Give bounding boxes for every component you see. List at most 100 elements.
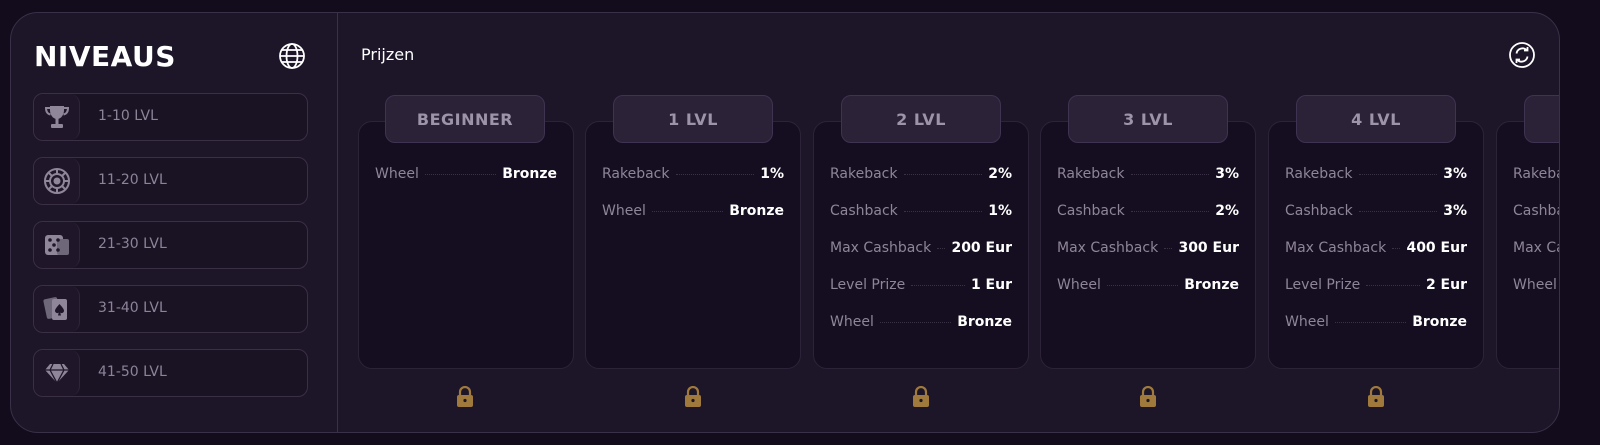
dotted-leader — [651, 210, 724, 212]
prize-key: Wheel — [830, 314, 874, 330]
dotted-leader — [1164, 247, 1173, 249]
sidebar-item-label: 31-40 LVL — [98, 300, 167, 316]
lock-icon — [1139, 385, 1157, 408]
prize-value: 3% — [1215, 166, 1239, 182]
levels-panel: NIVEAUS 1-10 LVL 11-20 LVL 21-30 LVL 31-… — [10, 12, 1560, 433]
prize-value: 2% — [988, 166, 1012, 182]
roulette-wheel-icon — [34, 158, 80, 204]
sidebar-item-label: 1-10 LVL — [98, 108, 158, 124]
prize-key: Max Cashback — [1513, 240, 1559, 256]
dotted-leader — [903, 210, 983, 212]
prize-value: 300 Eur — [1178, 240, 1239, 256]
trophy-icon — [34, 94, 80, 140]
sidebar-title: NIVEAUS — [34, 40, 176, 73]
prize-row: Max Cashback 200 Eur — [830, 238, 1012, 258]
dotted-leader — [937, 247, 946, 249]
level-card-3: Rakeback 3% Cashback 2% Max Cashback 300 Eu… — [1040, 121, 1256, 369]
prize-row: Max Cashback 300 Eur — [1057, 238, 1239, 258]
prize-row: Max Cashback — [1513, 238, 1559, 258]
prizes-section: Prijzen Wheel Bronze BEGINNER Rakeback 1% … — [339, 13, 1559, 432]
prize-row: Rakeback — [1513, 164, 1559, 184]
lock-icon — [684, 385, 702, 408]
playing-cards-icon — [34, 286, 80, 332]
sidebar-item-1-10[interactable]: 1-10 LVL — [33, 93, 308, 141]
dotted-leader — [1366, 284, 1420, 286]
prize-row: Cashback 3% — [1285, 201, 1467, 221]
prize-key: Rakeback — [1513, 166, 1559, 182]
dotted-leader — [1106, 284, 1179, 286]
prize-value: Bronze — [1412, 314, 1467, 330]
prize-value: 3% — [1443, 166, 1467, 182]
refresh-icon[interactable] — [1508, 41, 1536, 69]
dotted-leader — [1358, 173, 1438, 175]
prize-row: Wheel Bronze — [1057, 275, 1239, 295]
prize-row: Level Prize 2 Eur — [1285, 275, 1467, 295]
prize-value: 2 Eur — [1425, 277, 1467, 293]
tab-level-2[interactable]: 2 LVL — [841, 95, 1001, 143]
prize-row: Max Cashback 400 Eur — [1285, 238, 1467, 258]
level-card-2: Rakeback 2% Cashback 1% Max Cashback 200 Eu… — [813, 121, 1029, 369]
dotted-leader — [1334, 321, 1407, 323]
sidebar-item-label: 11-20 LVL — [98, 172, 167, 188]
prize-key: Rakeback — [1285, 166, 1353, 182]
prize-value: 3% — [1443, 203, 1467, 219]
dotted-leader — [1392, 247, 1401, 249]
dice-icon — [34, 222, 80, 268]
prize-value: Bronze — [957, 314, 1012, 330]
sidebar-item-label: 41-50 LVL — [98, 364, 167, 380]
prize-row: Wheel Bronze — [1285, 312, 1467, 332]
prize-row: Wheel Bronze — [375, 164, 557, 184]
prize-key: Rakeback — [602, 166, 670, 182]
prize-key: Rakeback — [830, 166, 898, 182]
level-card-5: Rakeback Cashback Max Cashback Wheel — [1496, 121, 1559, 369]
dotted-leader — [1130, 173, 1210, 175]
prize-key: Wheel — [1285, 314, 1329, 330]
level-card-beginner: Wheel Bronze — [358, 121, 574, 369]
prize-row: Rakeback 2% — [830, 164, 1012, 184]
sidebar-item-21-30[interactable]: 21-30 LVL — [33, 221, 308, 269]
prize-value: 400 Eur — [1406, 240, 1467, 256]
prize-row: Cashback 1% — [830, 201, 1012, 221]
prize-row: Cashback — [1513, 201, 1559, 221]
lock-icon — [912, 385, 930, 408]
sidebar-item-31-40[interactable]: 31-40 LVL — [33, 285, 308, 333]
tab-level-4[interactable]: 4 LVL — [1296, 95, 1456, 143]
tab-beginner[interactable]: BEGINNER — [385, 95, 545, 143]
tab-level-3[interactable]: 3 LVL — [1068, 95, 1228, 143]
prize-value: 1 Eur — [970, 277, 1012, 293]
prize-row: Rakeback 3% — [1057, 164, 1239, 184]
prize-value: Bronze — [729, 203, 784, 219]
prize-key: Max Cashback — [1057, 240, 1159, 256]
prize-key: Wheel — [1057, 277, 1101, 293]
prize-key: Max Cashback — [830, 240, 932, 256]
sidebar-item-41-50[interactable]: 41-50 LVL — [33, 349, 308, 397]
prize-key: Cashback — [1285, 203, 1353, 219]
dotted-leader — [675, 173, 755, 175]
tab-level-5[interactable] — [1524, 95, 1559, 143]
prize-key: Cashback — [1057, 203, 1125, 219]
prize-key: Cashback — [830, 203, 898, 219]
dotted-leader — [879, 321, 952, 323]
globe-icon[interactable] — [278, 42, 306, 70]
prize-value: Bronze — [1184, 277, 1239, 293]
diamond-icon — [34, 350, 80, 396]
dotted-leader — [1130, 210, 1210, 212]
dotted-leader — [903, 173, 983, 175]
prize-value: 200 Eur — [951, 240, 1012, 256]
prize-key: Wheel — [1513, 277, 1557, 293]
lock-icon — [456, 385, 474, 408]
prize-value: 1% — [988, 203, 1012, 219]
prize-row: Wheel — [1513, 275, 1559, 295]
prize-row: Rakeback 1% — [602, 164, 784, 184]
lock-icon — [1367, 385, 1385, 408]
dotted-leader — [424, 173, 497, 175]
prize-value: 1% — [760, 166, 784, 182]
sidebar-item-11-20[interactable]: 11-20 LVL — [33, 157, 308, 205]
tab-level-1[interactable]: 1 LVL — [613, 95, 773, 143]
prize-row: Cashback 2% — [1057, 201, 1239, 221]
level-card-1: Rakeback 1% Wheel Bronze — [585, 121, 801, 369]
prize-row: Rakeback 3% — [1285, 164, 1467, 184]
prize-key: Wheel — [602, 203, 646, 219]
prize-key: Max Cashback — [1285, 240, 1387, 256]
sidebar-item-label: 21-30 LVL — [98, 236, 167, 252]
